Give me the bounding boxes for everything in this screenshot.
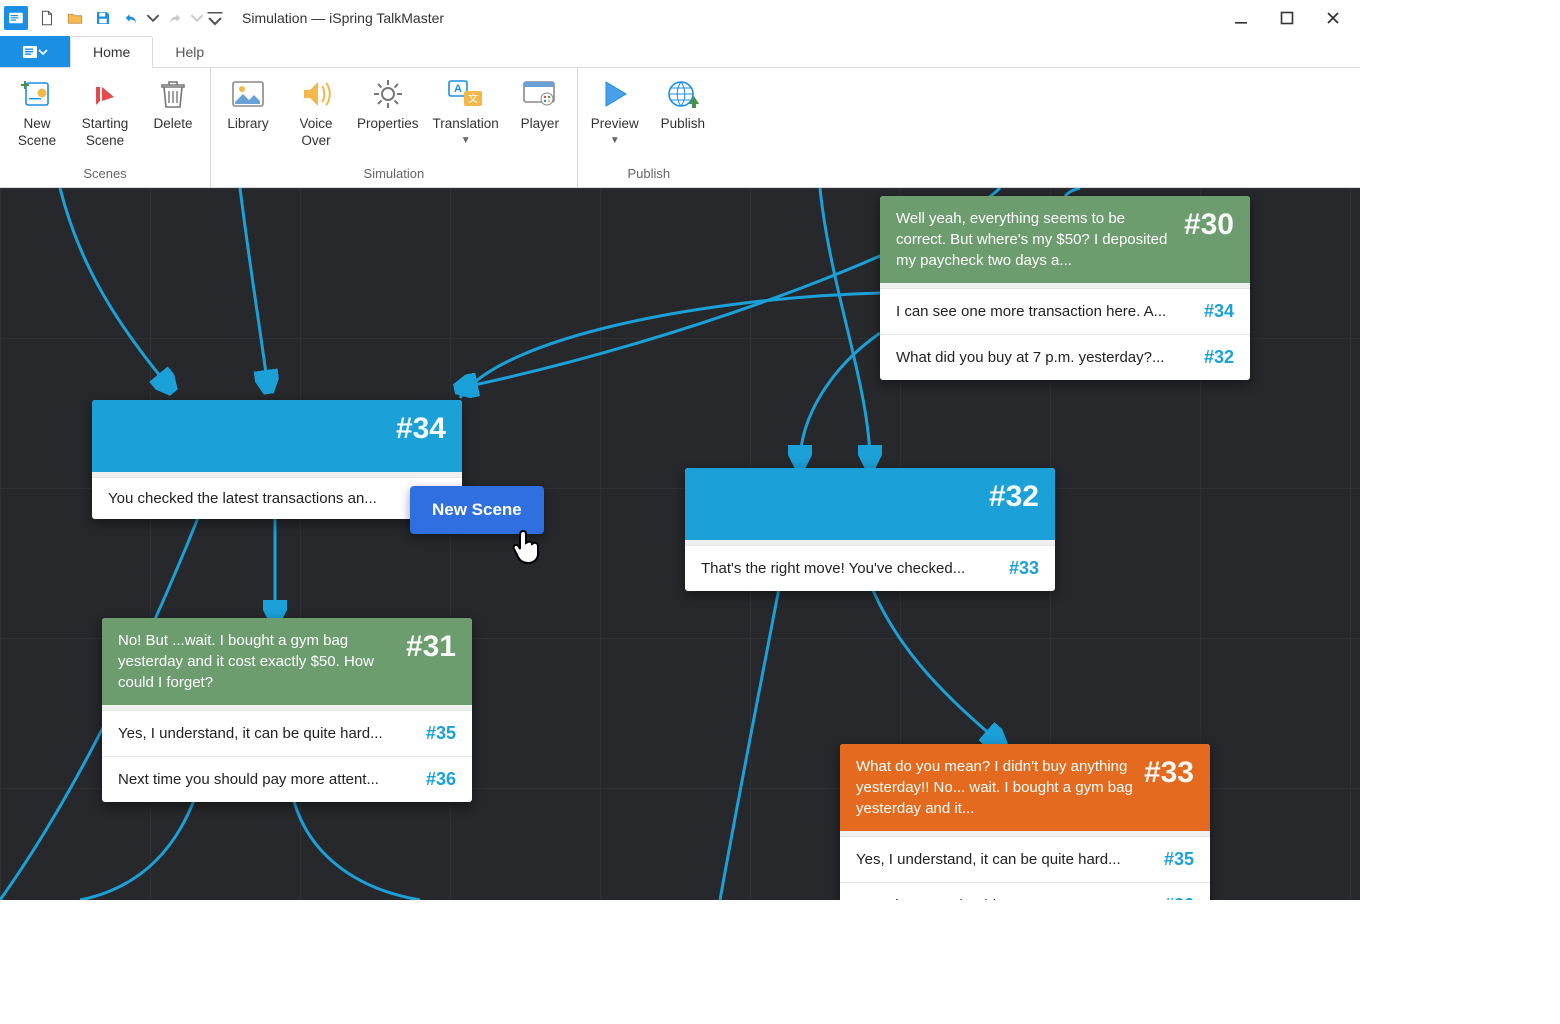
preview-button[interactable]: Preview ▼ bbox=[588, 72, 642, 146]
scene-33-reply-1[interactable]: Next time you should pay more attent... … bbox=[840, 882, 1210, 900]
library-label: Library bbox=[227, 116, 268, 133]
group-simulation-label: Simulation bbox=[221, 164, 567, 185]
scene-card-32[interactable]: #32 That's the right move! You've checke… bbox=[685, 468, 1055, 591]
open-file-icon[interactable] bbox=[62, 5, 88, 31]
redo-dropdown-icon[interactable] bbox=[190, 5, 204, 31]
quick-access-toolbar bbox=[4, 5, 224, 31]
group-publish-label: Publish bbox=[588, 164, 710, 185]
delete-button[interactable]: Delete bbox=[146, 72, 200, 133]
canvas[interactable]: Well yeah, everything seems to be correc… bbox=[0, 188, 1360, 900]
new-scene-button[interactable]: New Scene bbox=[10, 72, 64, 150]
delete-label: Delete bbox=[153, 116, 192, 133]
title-bar: Simulation — iSpring TalkMaster bbox=[0, 0, 1360, 36]
player-label: Player bbox=[521, 116, 559, 133]
window-controls bbox=[1218, 0, 1356, 36]
properties-button[interactable]: Properties bbox=[357, 72, 419, 133]
scene-30-reply-0[interactable]: I can see one more transaction here. A..… bbox=[880, 288, 1250, 334]
scene-32-reply-0[interactable]: That's the right move! You've checked...… bbox=[685, 545, 1055, 591]
tab-home[interactable]: Home bbox=[70, 36, 153, 68]
scene-34-number: #34 bbox=[396, 412, 446, 446]
undo-dropdown-icon[interactable] bbox=[146, 5, 160, 31]
redo-icon[interactable] bbox=[162, 5, 188, 31]
group-scenes-label: Scenes bbox=[10, 164, 200, 185]
minimize-button[interactable] bbox=[1218, 0, 1264, 36]
app-icon[interactable] bbox=[4, 6, 28, 30]
scene-30-text: Well yeah, everything seems to be correc… bbox=[896, 208, 1174, 271]
tab-strip: Home Help bbox=[0, 36, 1360, 68]
group-simulation: Library Voice Over Properties A文 Transla… bbox=[211, 68, 578, 187]
save-icon[interactable] bbox=[90, 5, 116, 31]
qat-customize-icon[interactable] bbox=[206, 5, 224, 31]
scene-card-30[interactable]: Well yeah, everything seems to be correc… bbox=[880, 196, 1250, 380]
scene-31-number: #31 bbox=[406, 630, 456, 664]
voice-over-button[interactable]: Voice Over bbox=[289, 72, 343, 150]
svg-text:A: A bbox=[454, 83, 462, 95]
publish-button[interactable]: Publish bbox=[656, 72, 710, 133]
scene-card-33[interactable]: What do you mean? I didn't buy anything … bbox=[840, 744, 1210, 900]
player-button[interactable]: Player bbox=[513, 72, 567, 133]
undo-icon[interactable] bbox=[118, 5, 144, 31]
new-file-icon[interactable] bbox=[34, 5, 60, 31]
library-button[interactable]: Library bbox=[221, 72, 275, 133]
scene-30-reply-1[interactable]: What did you buy at 7 p.m. yesterday?...… bbox=[880, 334, 1250, 380]
group-publish: Preview ▼ Publish Publish bbox=[578, 68, 720, 187]
new-scene-popup[interactable]: New Scene bbox=[410, 486, 544, 534]
scene-31-text: No! But ...wait. I bought a gym bag yest… bbox=[118, 630, 396, 693]
translation-label: Translation bbox=[433, 116, 499, 133]
voice-over-label: Voice Over bbox=[299, 116, 332, 150]
scene-34-reply-0[interactable]: You checked the latest transactions an..… bbox=[92, 477, 462, 519]
scene-31-reply-1[interactable]: Next time you should pay more attent... … bbox=[102, 756, 472, 802]
maximize-button[interactable] bbox=[1264, 0, 1310, 36]
preview-label: Preview bbox=[591, 116, 639, 133]
translation-button[interactable]: A文 Translation ▼ bbox=[433, 72, 499, 146]
scene-30-number: #30 bbox=[1184, 208, 1234, 242]
window-title: Simulation — iSpring TalkMaster bbox=[242, 10, 444, 26]
new-scene-label: New Scene bbox=[18, 116, 56, 150]
tab-help[interactable]: Help bbox=[153, 36, 227, 67]
scene-card-31[interactable]: No! But ...wait. I bought a gym bag yest… bbox=[102, 618, 472, 802]
scene-33-reply-0[interactable]: Yes, I understand, it can be quite hard.… bbox=[840, 836, 1210, 882]
scene-31-reply-0[interactable]: Yes, I understand, it can be quite hard.… bbox=[102, 710, 472, 756]
ribbon: New Scene Starting Scene Delete Scenes L… bbox=[0, 68, 1360, 188]
file-menu[interactable] bbox=[0, 36, 70, 67]
starting-scene-label: Starting Scene bbox=[82, 116, 129, 150]
starting-scene-button[interactable]: Starting Scene bbox=[78, 72, 132, 150]
close-button[interactable] bbox=[1310, 0, 1356, 36]
scene-32-number: #32 bbox=[989, 480, 1039, 514]
properties-label: Properties bbox=[357, 116, 419, 133]
cursor-icon bbox=[512, 528, 546, 571]
group-scenes: New Scene Starting Scene Delete Scenes bbox=[0, 68, 211, 187]
chevron-down-icon: ▼ bbox=[610, 135, 620, 146]
chevron-down-icon: ▼ bbox=[461, 135, 471, 146]
svg-text:文: 文 bbox=[468, 92, 478, 105]
scene-33-text: What do you mean? I didn't buy anything … bbox=[856, 756, 1134, 819]
scene-33-number: #33 bbox=[1144, 756, 1194, 790]
publish-label: Publish bbox=[661, 116, 705, 133]
scene-card-34[interactable]: #34 You checked the latest transactions … bbox=[92, 400, 462, 519]
